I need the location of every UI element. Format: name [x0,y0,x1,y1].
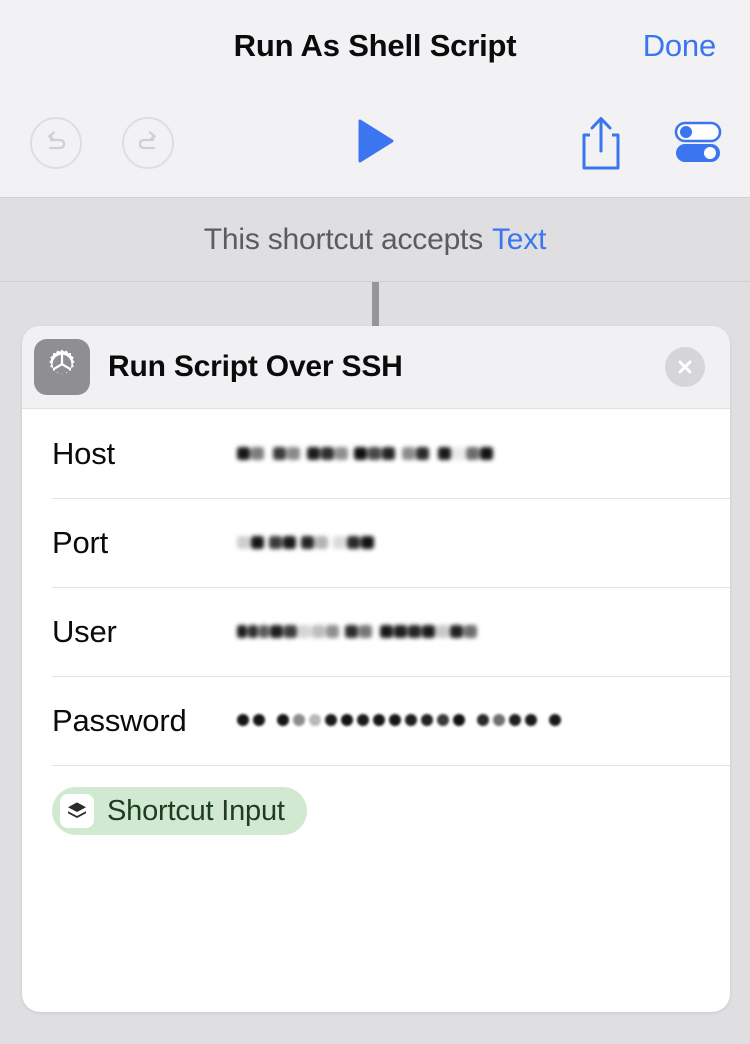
field-label-password: Password [52,702,187,738]
redo-button[interactable] [122,117,174,169]
redacted-value-port [237,536,375,549]
accepts-type-link[interactable]: Text [492,223,546,257]
script-body-area[interactable]: Shortcut Input [22,765,730,875]
actions-canvas: Run Script Over SSH Host Port User Passw… [0,282,750,1044]
close-icon[interactable] [665,347,705,387]
field-label-port: Port [52,524,109,560]
done-button[interactable]: Done [643,28,717,64]
redacted-value-host [237,447,494,460]
field-label-user: User [52,613,117,649]
undo-button[interactable] [30,117,82,169]
field-value-user[interactable] [237,612,730,652]
shortcuts-editor-screen: Run As Shell Script Done This shortcut a… [0,0,750,1044]
run-button[interactable] [356,119,400,167]
share-button[interactable] [578,113,624,173]
shortcut-input-layers-icon [60,794,94,828]
field-value-password[interactable] [237,701,730,741]
field-value-port[interactable] [237,523,730,563]
masked-value-password [237,713,565,729]
shortcut-input-banner: This shortcut accepts Text [0,198,750,282]
field-row-host[interactable]: Host [22,409,730,498]
field-row-user[interactable]: User [22,587,730,676]
navigation-bar: Run As Shell Script Done [0,0,750,95]
shortcut-input-token[interactable]: Shortcut Input [52,787,307,835]
play-icon [356,118,396,169]
shortcut-settings-button[interactable] [672,121,724,165]
shortcut-input-token-label: Shortcut Input [107,794,285,827]
action-connector-line [372,282,379,326]
action-card-header: Run Script Over SSH [22,326,730,409]
field-row-password[interactable]: Password [22,676,730,765]
undo-arrow-icon [41,126,71,161]
field-value-host[interactable] [237,434,730,474]
redacted-value-user [237,625,478,638]
field-label-host: Host [52,435,115,471]
settings-toggles-icon [672,121,724,169]
accepts-label: This shortcut accepts [203,222,483,256]
page-title: Run As Shell Script [233,28,517,63]
redo-arrow-icon [133,126,163,161]
share-icon [578,117,624,177]
gear-icon [34,339,90,395]
editor-toolbar [0,95,750,198]
action-title: Run Script Over SSH [108,350,403,383]
action-card-run-script-over-ssh[interactable]: Run Script Over SSH Host Port User Passw… [22,326,730,1012]
field-row-port[interactable]: Port [22,498,730,587]
